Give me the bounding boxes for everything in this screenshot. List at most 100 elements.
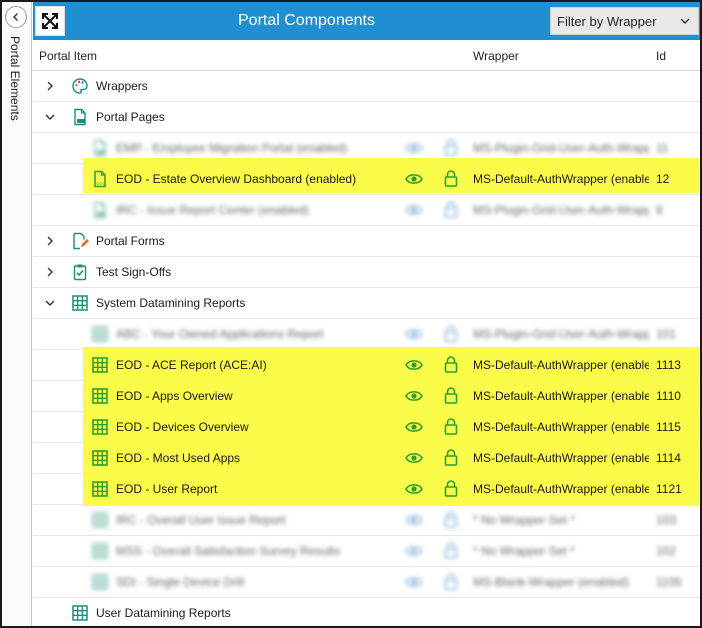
expand-button[interactable] bbox=[35, 6, 65, 36]
grid-icon bbox=[71, 294, 89, 312]
wrapper-cell: MS-Default-AuthWrapper (enabled) bbox=[473, 172, 649, 186]
portal-items-tree: Wrappers Portal Pages EMP - Employee Migra… bbox=[33, 71, 700, 628]
tree-category-row[interactable]: User Datamining Reports bbox=[33, 598, 700, 628]
tree-category-row[interactable]: Wrappers bbox=[33, 71, 700, 102]
lock-icon[interactable] bbox=[444, 511, 458, 528]
column-header-row: Portal Item Wrapper Id bbox=[33, 40, 700, 71]
eye-icon[interactable] bbox=[405, 544, 423, 558]
eye-icon[interactable] bbox=[405, 389, 423, 403]
id-cell: 12 bbox=[656, 172, 670, 186]
item-label: EOD - Estate Overview Dashboard (enabled… bbox=[116, 172, 357, 186]
lock-icon[interactable] bbox=[444, 449, 458, 466]
portal-components-panel: Portal Components Filter by Wrapper Port… bbox=[33, 2, 700, 626]
item-label: SDI - Single Device Drill bbox=[116, 575, 245, 589]
column-header-id[interactable]: Id bbox=[656, 49, 666, 63]
grid-icon bbox=[91, 387, 109, 405]
id-cell: 1110 bbox=[656, 389, 681, 403]
category-label: Portal Forms bbox=[96, 234, 165, 248]
eye-icon[interactable] bbox=[405, 203, 423, 217]
expand-arrows-icon bbox=[42, 13, 58, 29]
collapse-rail-button[interactable] bbox=[5, 6, 27, 28]
wrapper-cell: MS-Default-AuthWrapper (enabled) bbox=[473, 451, 649, 465]
grid-icon bbox=[91, 542, 109, 560]
lock-icon[interactable] bbox=[444, 201, 458, 218]
page-icon: DOC bbox=[91, 170, 109, 188]
eye-icon[interactable] bbox=[405, 327, 423, 341]
chevron-right-icon[interactable] bbox=[44, 80, 56, 92]
tree-item-row[interactable]: EOD - Most Used Apps MS-Default-AuthWrapp… bbox=[33, 440, 700, 475]
wrapper-cell: MS-Blank-Wrapper (enabled) bbox=[473, 575, 629, 589]
chevron-down-icon[interactable] bbox=[44, 111, 56, 123]
chevron-right-icon[interactable] bbox=[44, 266, 56, 278]
lock-icon[interactable] bbox=[444, 542, 458, 559]
lock-icon[interactable] bbox=[444, 139, 458, 156]
grid-icon bbox=[71, 604, 89, 622]
tree-category-row[interactable]: Portal Forms bbox=[33, 226, 700, 257]
lock-icon[interactable] bbox=[444, 387, 458, 404]
wrapper-cell: MS-Plugin-Grid-User-Auth-Wrapper bbox=[473, 203, 649, 217]
item-label: ABC - Your Owned Applications Report bbox=[116, 327, 324, 341]
tree-item-row[interactable]: IRC - Issue Report Center (enabled) MS-Pl… bbox=[33, 195, 700, 226]
chevron-down-icon bbox=[680, 18, 690, 24]
category-label: User Datamining Reports bbox=[96, 606, 231, 620]
tree-item-row[interactable]: EOD - Apps Overview MS-Default-AuthWrappe… bbox=[33, 378, 700, 413]
id-cell: 1114 bbox=[656, 451, 681, 465]
lock-icon[interactable] bbox=[444, 480, 458, 497]
tree-category-row[interactable]: Portal Pages bbox=[33, 102, 700, 133]
lock-icon[interactable] bbox=[444, 325, 458, 342]
wrapper-cell: MS-Default-AuthWrapper (enabled) bbox=[473, 358, 649, 372]
tree-item-row[interactable]: EOD - Devices Overview MS-Default-AuthWra… bbox=[33, 409, 700, 444]
tree-item-row[interactable]: SDI - Single Device Drill MS-Blank-Wrappe… bbox=[33, 567, 700, 598]
lock-icon[interactable] bbox=[444, 356, 458, 373]
tree-item-row[interactable]: DOC EOD - Estate Overview Dashboard (enab… bbox=[33, 158, 700, 195]
lock-icon[interactable] bbox=[444, 418, 458, 435]
tree-category-row[interactable]: System Datamining Reports bbox=[33, 288, 700, 319]
category-label: Test Sign-Offs bbox=[96, 265, 172, 279]
id-cell: 102 bbox=[656, 544, 677, 558]
category-label: Portal Pages bbox=[96, 110, 165, 124]
tree-category-row[interactable]: Test Sign-Offs bbox=[33, 257, 700, 288]
lock-icon[interactable] bbox=[444, 170, 458, 187]
eye-icon[interactable] bbox=[405, 575, 423, 589]
wrapper-cell: * No Wrapper Set * bbox=[473, 513, 575, 527]
eye-icon[interactable] bbox=[405, 482, 423, 496]
column-header-wrapper[interactable]: Wrapper bbox=[473, 49, 519, 63]
page-icon bbox=[91, 201, 109, 219]
wrapper-cell: MS-Plugin-Grid-User-Auth-Wrapper bbox=[473, 327, 649, 341]
wrapper-cell: MS-Default-AuthWrapper (enabled) bbox=[473, 482, 649, 496]
tree-item-row[interactable]: MSS - Overall Satisfaction Survey Result… bbox=[33, 536, 700, 567]
tree-item-row[interactable]: EOD - User Report MS-Default-AuthWrapper … bbox=[33, 471, 700, 506]
wrapper-cell: * No Wrapper Set * bbox=[473, 544, 575, 558]
tree-item-row[interactable]: ABC - Your Owned Applications Report MS-P… bbox=[33, 319, 700, 350]
grid-icon bbox=[91, 356, 109, 374]
id-cell: 1115 bbox=[656, 420, 681, 434]
app-window: Portal Elements Portal Components Filter… bbox=[0, 0, 702, 628]
eye-icon[interactable] bbox=[405, 420, 423, 434]
chevron-right-icon[interactable] bbox=[44, 235, 56, 247]
item-label: IRC - Overall User Issue Report bbox=[116, 513, 286, 527]
eye-icon[interactable] bbox=[405, 358, 423, 372]
grid-icon bbox=[91, 325, 109, 343]
filter-by-wrapper-dropdown[interactable]: Filter by Wrapper bbox=[550, 7, 699, 35]
column-header-portal-item[interactable]: Portal Item bbox=[39, 49, 97, 63]
eye-icon[interactable] bbox=[405, 513, 423, 527]
page-icon bbox=[71, 108, 89, 126]
category-label: System Datamining Reports bbox=[96, 296, 246, 310]
panel-title: Portal Components bbox=[238, 12, 375, 29]
grid-icon bbox=[91, 573, 109, 591]
tree-item-row[interactable]: IRC - Overall User Issue Report * No Wrap… bbox=[33, 505, 700, 536]
grid-icon bbox=[91, 418, 109, 436]
tree-item-row[interactable]: EOD - ACE Report (ACE:AI) MS-Default-Auth… bbox=[33, 347, 700, 382]
item-label: MSS - Overall Satisfaction Survey Result… bbox=[116, 544, 341, 558]
portal-elements-label[interactable]: Portal Elements bbox=[8, 36, 22, 121]
form-icon bbox=[71, 232, 89, 250]
eye-icon[interactable] bbox=[405, 451, 423, 465]
eye-icon[interactable] bbox=[405, 172, 423, 186]
id-cell: 8 bbox=[656, 203, 663, 217]
grid-icon bbox=[91, 449, 109, 467]
clipboard-check-icon bbox=[71, 263, 89, 281]
lock-icon[interactable] bbox=[444, 573, 458, 590]
eye-icon[interactable] bbox=[405, 141, 423, 155]
chevron-down-icon[interactable] bbox=[44, 297, 56, 309]
item-label: EOD - Apps Overview bbox=[116, 389, 233, 403]
